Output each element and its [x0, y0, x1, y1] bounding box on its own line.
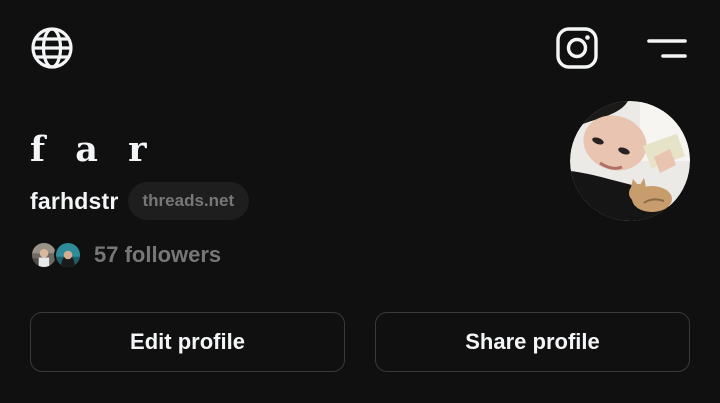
share-profile-button[interactable]: Share profile: [375, 312, 690, 372]
edit-profile-button[interactable]: Edit profile: [30, 312, 345, 372]
followers-row[interactable]: 57 followers: [30, 238, 221, 272]
follower-avatar: [54, 241, 82, 269]
menu-icon[interactable]: [646, 36, 688, 62]
globe-icon[interactable]: [30, 26, 74, 70]
profile-username: farhdstr: [30, 187, 119, 214]
domain-badge[interactable]: threads.net: [127, 182, 250, 220]
followers-count[interactable]: 57 followers: [94, 242, 221, 268]
instagram-icon[interactable]: [555, 26, 599, 70]
handle-row: farhdstr threads.net: [30, 182, 250, 220]
profile-display-name: f a r: [30, 129, 156, 170]
profile-avatar: [570, 101, 690, 221]
